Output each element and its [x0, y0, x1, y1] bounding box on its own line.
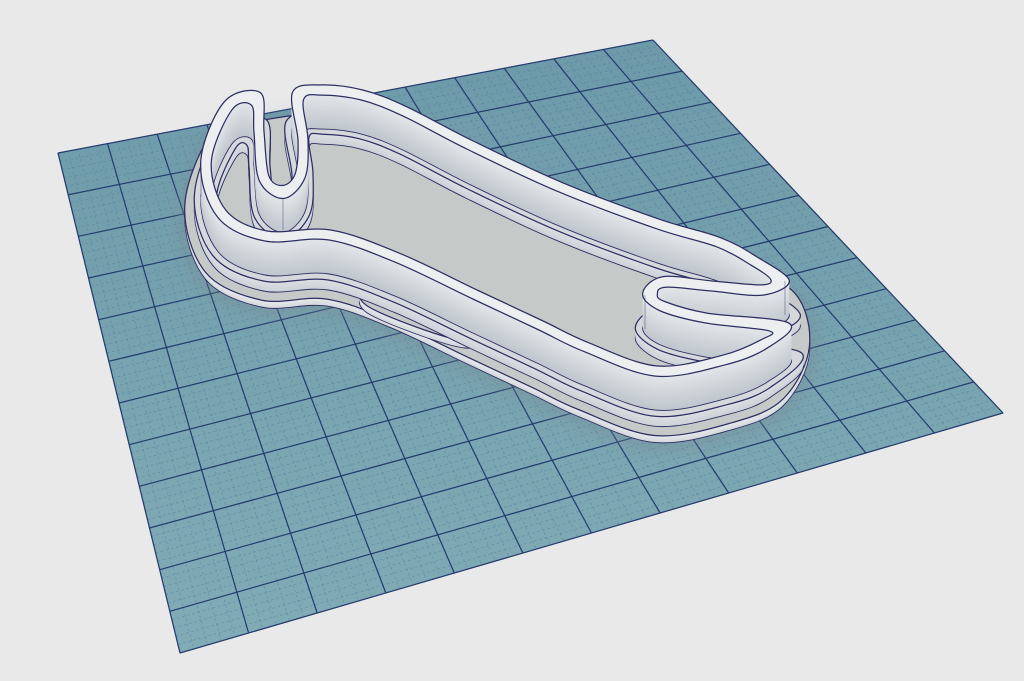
scene-svg[interactable] [0, 0, 1024, 681]
viewport-3d-canvas[interactable] [0, 0, 1024, 681]
